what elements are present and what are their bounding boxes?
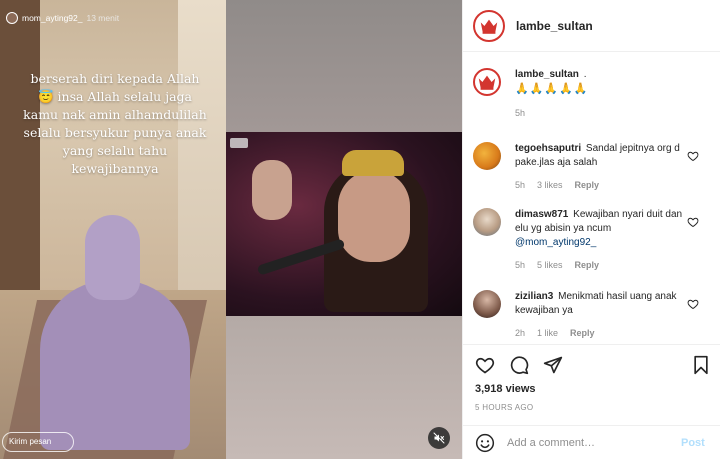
praying-figure bbox=[40, 280, 190, 450]
comment-meta: 2h 1 like Reply bbox=[515, 326, 683, 340]
story-user-header: mom_ayting92_ 13 menit bbox=[6, 12, 119, 24]
singer-face bbox=[338, 170, 410, 262]
post-comment-button[interactable]: Post bbox=[681, 437, 705, 449]
caption-emoji: 🙏🙏🙏🙏🙏 bbox=[515, 83, 589, 95]
comment-row: dimasw871 Kewajiban nyari duit dan elu y… bbox=[473, 208, 711, 272]
caption-row: lambe_sultan . 🙏🙏🙏🙏🙏 5h bbox=[473, 68, 711, 120]
comment-body: zizilian3 Menikmati hasil uang anak kewa… bbox=[515, 290, 683, 340]
comment-meta: 5h 5 likes Reply bbox=[515, 258, 683, 272]
caption-username[interactable]: lambe_sultan bbox=[515, 69, 579, 80]
heart-icon[interactable] bbox=[475, 355, 495, 375]
comment-row: zizilian3 Menikmati hasil uang anak kewa… bbox=[473, 290, 711, 340]
heart-icon[interactable] bbox=[687, 298, 699, 310]
view-count[interactable]: 3,918 views bbox=[475, 383, 536, 395]
add-comment-bar: Add a comment… Post bbox=[463, 425, 720, 459]
tv-screenshot bbox=[226, 0, 462, 459]
praying-figure-head bbox=[85, 215, 140, 300]
comment-avatar[interactable] bbox=[473, 290, 501, 318]
post-actions: 3,918 views 5 HOURS AGO bbox=[463, 344, 720, 428]
comments-list[interactable]: lambe_sultan . 🙏🙏🙏🙏🙏 5h tegoehsaputri Sa… bbox=[463, 52, 720, 344]
comment-username[interactable]: tegoehsaputri bbox=[515, 143, 581, 154]
comment-username[interactable]: zizilian3 bbox=[515, 291, 553, 302]
crown-logo-icon bbox=[480, 19, 498, 34]
bookmark-icon[interactable] bbox=[691, 355, 711, 375]
tv-channel-logo bbox=[230, 138, 248, 148]
comment-likes[interactable]: 1 like bbox=[537, 326, 558, 340]
mute-icon bbox=[433, 432, 445, 444]
comment-username[interactable]: dimasw871 bbox=[515, 209, 568, 220]
mute-button[interactable] bbox=[428, 427, 450, 449]
share-icon[interactable] bbox=[543, 355, 563, 375]
heart-icon[interactable] bbox=[687, 216, 699, 228]
caption-meta: 5h bbox=[515, 106, 683, 120]
comment-meta: 5h 3 likes Reply bbox=[515, 178, 683, 192]
comment-likes[interactable]: 3 likes bbox=[537, 178, 563, 192]
header-username[interactable]: lambe_sultan bbox=[516, 19, 593, 33]
caption-body: lambe_sultan . 🙏🙏🙏🙏🙏 5h bbox=[515, 68, 683, 120]
heart-icon[interactable] bbox=[687, 150, 699, 162]
smile-icon[interactable] bbox=[475, 433, 495, 453]
story-overlay-text: berserah diri kepada Allah 😇 insa Allah … bbox=[23, 71, 207, 176]
caption-time: 5h bbox=[515, 108, 526, 118]
reply-button[interactable]: Reply bbox=[570, 326, 595, 340]
post-header: lambe_sultan bbox=[463, 0, 720, 52]
action-icons bbox=[475, 355, 563, 375]
tv-frame bbox=[226, 132, 462, 316]
reply-button[interactable]: Reply bbox=[575, 178, 600, 192]
crown-logo-icon bbox=[478, 75, 496, 90]
comment-time: 5h bbox=[515, 260, 526, 270]
comment-avatar[interactable] bbox=[473, 142, 501, 170]
story-username: mom_ayting92_ bbox=[22, 13, 83, 23]
comment-row: tegoehsaputri Sandal jepitnya org d pake… bbox=[473, 142, 711, 192]
tv-blur-top bbox=[226, 0, 462, 132]
story-message-input: Kirim pesan bbox=[2, 432, 74, 452]
header-avatar[interactable] bbox=[473, 9, 505, 42]
comment-body: dimasw871 Kewajiban nyari duit dan elu y… bbox=[515, 208, 683, 272]
comment-body: tegoehsaputri Sandal jepitnya org d pake… bbox=[515, 142, 683, 192]
comment-icon[interactable] bbox=[509, 355, 529, 375]
comment-mention[interactable]: @mom_ayting92_ bbox=[515, 237, 596, 248]
comment-time: 5h bbox=[515, 180, 526, 190]
hand bbox=[252, 160, 292, 220]
comment-time: 2h bbox=[515, 328, 526, 338]
post-sidebar: lambe_sultan lambe_sultan . 🙏🙏🙏🙏🙏 5h teg… bbox=[462, 0, 720, 459]
caption-text: . bbox=[583, 69, 587, 80]
reply-button[interactable]: Reply bbox=[575, 258, 600, 272]
comment-avatar[interactable] bbox=[473, 208, 501, 236]
story-avatar bbox=[6, 12, 18, 24]
add-comment-input[interactable]: Add a comment… bbox=[507, 437, 677, 449]
comment-likes[interactable]: 5 likes bbox=[537, 258, 563, 272]
post-media[interactable]: mom_ayting92_ 13 menit berserah diri kep… bbox=[0, 0, 462, 459]
tv-blur-bottom bbox=[226, 316, 462, 459]
story-time: 13 menit bbox=[86, 13, 120, 23]
post-time-ago[interactable]: 5 HOURS AGO bbox=[475, 403, 533, 412]
story-screenshot: mom_ayting92_ 13 menit berserah diri kep… bbox=[0, 0, 226, 459]
singer-headpiece bbox=[342, 150, 404, 176]
caption-avatar[interactable] bbox=[473, 68, 501, 96]
